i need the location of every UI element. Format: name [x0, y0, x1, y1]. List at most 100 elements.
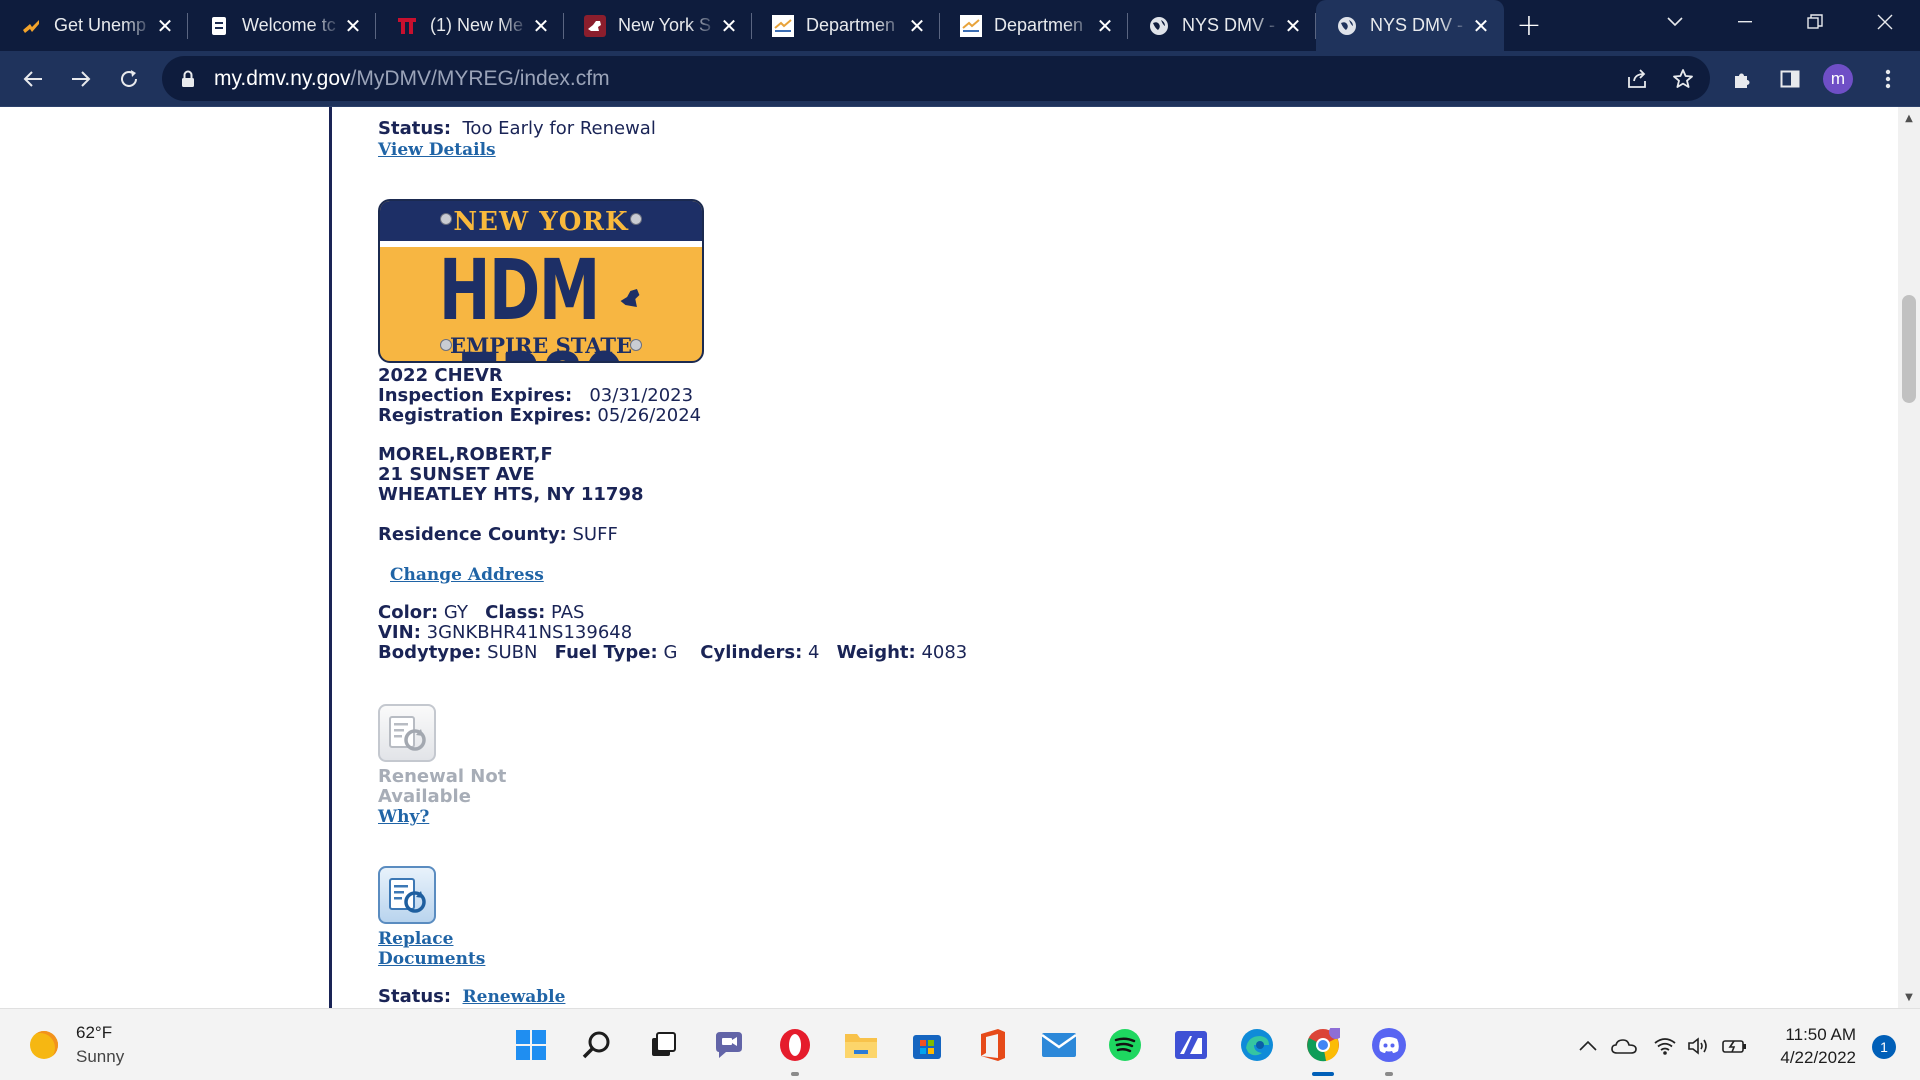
replace-documents-icon[interactable]: [378, 866, 436, 924]
replace-link-line2[interactable]: Documents: [378, 949, 485, 969]
vertical-scrollbar[interactable]: ▲ ▼: [1898, 107, 1920, 1008]
inspection-row: Inspection Expires: 03/31/2023: [378, 386, 693, 406]
school-logo-icon: [396, 15, 418, 37]
studio-icon[interactable]: [1172, 1026, 1210, 1064]
new-tab-button[interactable]: +: [1504, 0, 1554, 51]
battery-charging-icon[interactable]: [1720, 1031, 1750, 1061]
wifi-icon[interactable]: [1650, 1031, 1680, 1061]
view-details-row: View Details: [378, 140, 496, 160]
plate-slogan: EMPIRE STATE: [449, 333, 633, 358]
clock-time: 11:50 AM: [1785, 1025, 1856, 1044]
close-icon[interactable]: ✕: [1094, 14, 1116, 38]
forward-icon[interactable]: [60, 58, 102, 100]
profile-avatar[interactable]: m: [1818, 59, 1858, 99]
close-icon[interactable]: ✕: [906, 14, 928, 38]
side-panel-icon[interactable]: [1770, 59, 1810, 99]
window-controls: [1640, 0, 1920, 44]
status-line: Status: Too Early for Renewal: [378, 119, 656, 139]
browser-tab-active[interactable]: NYS DMV - ✕: [1316, 0, 1504, 51]
discord-icon[interactable]: [1370, 1026, 1408, 1076]
replace-row-2: Documents: [378, 949, 485, 969]
onedrive-cloud-icon[interactable]: [1608, 1031, 1640, 1061]
task-view-icon[interactable]: [644, 1026, 682, 1064]
store-icon[interactable]: [908, 1026, 946, 1064]
view-details-link[interactable]: View Details: [378, 140, 496, 160]
bodytype-value: SUBN: [487, 642, 538, 663]
vin-row: VIN: 3GNKBHR41NS139648: [378, 623, 632, 643]
owner-street: 21 SUNSET AVE: [378, 465, 535, 485]
address-bar[interactable]: my.dmv.ny.gov/MyDMV/MYREG/index.cfm: [162, 56, 1710, 101]
spotify-icon[interactable]: [1106, 1026, 1144, 1064]
search-icon[interactable]: [578, 1026, 616, 1064]
weight-value: 4083: [921, 642, 968, 663]
url-text[interactable]: my.dmv.ny.gov/MyDMV/MYREG/index.cfm: [214, 67, 610, 91]
plate-bolt: [440, 213, 452, 225]
inspection-label: Inspection Expires:: [378, 385, 573, 406]
opera-icon[interactable]: [776, 1026, 814, 1076]
browser-tab[interactable]: Departmen ✕: [940, 0, 1128, 51]
vin-label: VIN:: [378, 622, 421, 643]
url-path: /MyDMV/MYREG/index.cfm: [350, 66, 610, 90]
county-row: Residence County: SUFF: [378, 525, 618, 545]
browser-tab[interactable]: (1) New Me ✕: [376, 0, 564, 51]
status-value: Too Early for Renewal: [462, 118, 656, 139]
ny-state-silhouette-icon: [620, 289, 640, 308]
weight-label: Weight:: [836, 642, 916, 663]
browser-tab[interactable]: New York S ✕: [564, 0, 752, 51]
menu-kebab-icon[interactable]: [1868, 59, 1908, 99]
tab-title: Departmen: [994, 15, 1084, 35]
show-hidden-icons-chevron-icon[interactable]: [1574, 1031, 1602, 1061]
system-clock[interactable]: 11:50 AM 4/22/2022: [1780, 1023, 1856, 1069]
close-icon[interactable]: ✕: [1282, 14, 1304, 38]
back-icon[interactable]: [12, 58, 54, 100]
volume-icon[interactable]: [1684, 1031, 1714, 1061]
plate-number: HDM 7380: [409, 243, 673, 361]
mail-icon[interactable]: [1040, 1026, 1078, 1064]
why-row: Why?: [378, 807, 429, 827]
browser-tab[interactable]: Get Unemp ✕: [0, 0, 188, 51]
tab-search-icon[interactable]: [1640, 0, 1710, 44]
owner-city-text: WHEATLEY HTS, NY 11798: [378, 484, 644, 505]
close-icon[interactable]: ✕: [718, 14, 740, 38]
vehicle-year-make: 2022 CHEVR: [378, 366, 503, 386]
close-window-icon[interactable]: [1850, 0, 1920, 44]
close-icon[interactable]: ✕: [154, 14, 176, 38]
close-icon[interactable]: ✕: [530, 14, 552, 38]
browser-tab[interactable]: Departmen ✕: [752, 0, 940, 51]
minimize-icon[interactable]: [1710, 0, 1780, 44]
avatar: m: [1823, 64, 1853, 94]
tab-title: (1) New Me: [430, 15, 524, 35]
scrollbar-thumb[interactable]: [1902, 295, 1916, 403]
status-label: Status:: [378, 118, 452, 139]
office-icon[interactable]: [974, 1026, 1012, 1064]
browser-tab[interactable]: NYS DMV - ✕: [1128, 0, 1316, 51]
teams-chat-icon[interactable]: [710, 1026, 748, 1064]
share-icon[interactable]: [1622, 64, 1652, 94]
close-icon[interactable]: ✕: [342, 14, 364, 38]
replace-link-line1[interactable]: Replace: [378, 929, 453, 949]
notification-badge[interactable]: 1: [1872, 1035, 1896, 1059]
browser-tab[interactable]: Welcome tc ✕: [188, 0, 376, 51]
change-address-link[interactable]: Change Address: [390, 565, 544, 585]
start-icon[interactable]: [512, 1026, 550, 1064]
clock-date: 4/22/2022: [1780, 1048, 1856, 1067]
edge-icon[interactable]: [1238, 1026, 1276, 1064]
restore-icon[interactable]: [1780, 0, 1850, 44]
lock-icon[interactable]: [178, 70, 198, 88]
reload-icon[interactable]: [108, 58, 150, 100]
registration-label: Registration Expires:: [378, 405, 592, 426]
close-icon[interactable]: ✕: [1470, 14, 1492, 38]
why-link[interactable]: Why?: [378, 807, 429, 827]
tab-title: NYS DMV -: [1370, 15, 1464, 35]
bookmark-star-icon[interactable]: [1668, 64, 1698, 94]
scroll-up-arrow-icon[interactable]: ▲: [1898, 109, 1920, 127]
plate-bolt: [630, 213, 642, 225]
scroll-down-arrow-icon[interactable]: ▼: [1898, 988, 1920, 1006]
color-class-row: Color: GY Class: PAS: [378, 603, 584, 623]
extensions-icon[interactable]: [1722, 59, 1762, 99]
chrome-icon[interactable]: [1304, 1026, 1342, 1076]
vin-value: 3GNKBHR41NS139648: [426, 622, 633, 643]
weather-widget[interactable]: 62°F Sunny: [30, 1023, 124, 1067]
renewable-link[interactable]: Renewable: [463, 987, 566, 1007]
file-explorer-icon[interactable]: [842, 1026, 880, 1064]
